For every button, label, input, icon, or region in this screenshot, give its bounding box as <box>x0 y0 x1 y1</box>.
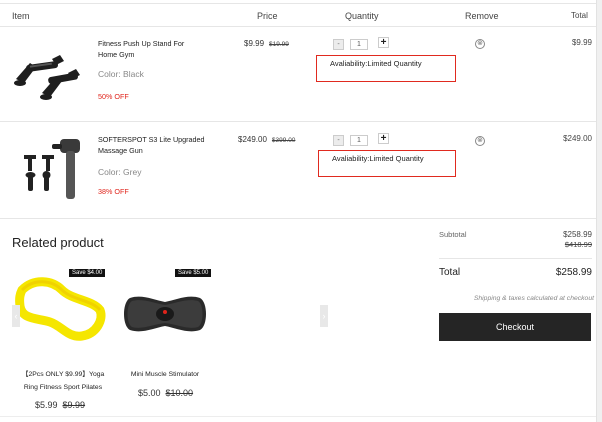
subtotal-value: $258.99 <box>563 230 592 239</box>
related-product-name-line1: 【2Pcs ONLY $9.99】Yoga <box>21 371 105 378</box>
unit-price: $249.00 $399.00 <box>238 135 295 144</box>
availability-notice: Avaliability:Limited Quantity <box>318 150 456 177</box>
availability-notice: Avaliability:Limited Quantity <box>316 55 456 82</box>
massage-gun-image[interactable] <box>22 137 82 203</box>
header-total: Total <box>571 11 588 20</box>
related-product-name[interactable]: Mini Muscle Stimulator <box>120 368 210 381</box>
related-title: Related product <box>12 235 104 250</box>
qty-decrease-button[interactable]: - <box>333 135 344 146</box>
discount-label: 38% OFF <box>98 187 129 196</box>
price-compare: $10.00 <box>165 388 194 398</box>
price-compare: $19.99 <box>269 41 289 48</box>
shipping-note: Shipping & taxes calculated at checkout <box>473 295 594 302</box>
product-color: Color: Grey <box>98 167 142 177</box>
product-name[interactable]: SOFTERSPOT S3 Lite Upgraded Massage Gun <box>98 134 213 156</box>
product-color: Color: Black <box>98 69 144 79</box>
summary-divider <box>439 258 592 259</box>
price-current: $5.99 <box>35 400 58 410</box>
push-up-stand-image[interactable] <box>12 49 82 101</box>
carousel-next-button[interactable]: › <box>320 305 328 327</box>
header-price: Price <box>257 11 278 21</box>
row-divider <box>0 218 596 219</box>
scrollbar[interactable] <box>596 0 602 422</box>
checkout-button[interactable]: Checkout <box>439 313 591 341</box>
qty-decrease-button[interactable]: - <box>333 39 344 50</box>
bottom-divider <box>0 416 596 417</box>
remove-icon[interactable]: ⊗ <box>475 136 485 146</box>
price-current: $5.00 <box>138 388 161 398</box>
price-compare: $9.99 <box>62 400 86 410</box>
header-remove: Remove <box>465 11 499 21</box>
product-name[interactable]: Fitness Push Up Stand For Home Gym <box>98 38 198 60</box>
related-product-name-line2: Ring Fitness Sport Pilates <box>23 384 103 391</box>
cart-row: SOFTERSPOT S3 Lite Upgraded Massage Gun … <box>0 122 596 218</box>
unit-price: $9.99 $19.99 <box>244 39 289 48</box>
related-product-name[interactable]: 【2Pcs ONLY $9.99】Yoga Ring Fitness Sport… <box>8 368 118 394</box>
muscle-stimulator-image[interactable] <box>122 292 208 336</box>
total-value: $258.99 <box>555 267 592 278</box>
qty-increase-button[interactable]: + <box>378 133 389 144</box>
remove-icon[interactable]: ⊗ <box>475 39 485 49</box>
row-total: $9.99 <box>571 38 592 47</box>
qty-increase-button[interactable]: + <box>378 37 389 48</box>
price-compare: $399.00 <box>271 137 296 144</box>
total-label: Total <box>439 267 461 278</box>
header-item: Item <box>12 11 30 21</box>
related-product-price: $5.00 $10.00 <box>138 388 193 398</box>
header-quantity: Quantity <box>345 11 379 21</box>
qty-input[interactable]: 1 <box>350 135 368 146</box>
qty-input[interactable]: 1 <box>350 39 368 50</box>
discount-label: 50% OFF <box>98 92 129 101</box>
subtotal-compare: $418.99 <box>564 240 592 249</box>
cart-row: Fitness Push Up Stand For Home Gym Color… <box>0 27 596 121</box>
top-divider <box>0 3 596 4</box>
carousel-prev-button[interactable]: ‹ <box>12 305 20 327</box>
price-current: $249.00 <box>238 135 267 144</box>
save-badge: Save $5.00 <box>175 269 212 277</box>
subtotal-label: Subtotal <box>439 230 467 239</box>
related-product-price: $5.99 $9.99 <box>35 400 85 410</box>
yoga-ring-image[interactable] <box>12 276 108 344</box>
price-current: $9.99 <box>244 39 265 48</box>
row-total: $249.00 <box>563 134 592 143</box>
